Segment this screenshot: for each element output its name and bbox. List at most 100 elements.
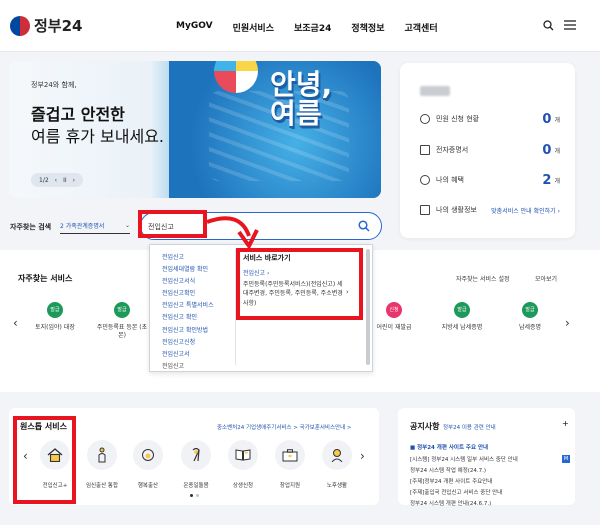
notice-item[interactable]: 정부24 시스템 작업 예정(24.7.) [410, 466, 486, 474]
search-submit-icon[interactable] [358, 220, 370, 232]
banner-subtitle: 여름 휴가 보내세요. [31, 127, 165, 146]
suggestion-item[interactable]: 전입신고확인 [162, 288, 234, 300]
suggestion-item[interactable]: 전입신고 확인방법 [162, 325, 234, 337]
notice-item-text: [시스템] 정부24 시스템 일부 서비스 중단 안내 [410, 457, 518, 463]
service-caption: 토지(임야) 대장 [35, 324, 75, 331]
pager-prev-button[interactable]: ‹ [55, 177, 57, 184]
suggestion-item[interactable]: 전입신고 [162, 361, 234, 373]
my-benefits-count: 2 [542, 172, 552, 188]
onestop-item-caption: 임신출산 통합 [85, 483, 119, 489]
onestop-next-arrow[interactable]: › [360, 449, 365, 463]
chevron-down-icon: ⌄ [124, 222, 130, 229]
service-card[interactable]: 발급 토지(임야) 대장 [27, 302, 83, 332]
service-caption: 납세증명 [518, 324, 542, 331]
main-nav: MyGOV 민원서비스 보조금24 정책정보 고객센터 [176, 21, 458, 34]
frequent-search-label: 자주찾는 검색 [10, 223, 52, 231]
notice-item[interactable]: [주제]출입국 전입신고 서비스 중단 안내 [410, 488, 502, 496]
document-icon [420, 145, 430, 155]
page-bottom-strip [0, 510, 600, 525]
pager-next-button[interactable]: › [73, 177, 75, 184]
senior-icon[interactable] [322, 440, 352, 470]
notice-subtitle[interactable]: 정부24 이용 관련 안내 [443, 423, 558, 431]
nav-item-subsidy[interactable]: 보조금24 [294, 21, 331, 34]
service-card[interactable]: 신청 어린이 재발급 [366, 302, 422, 332]
e-certificate-label: 전자증명서 [436, 146, 469, 154]
baby-icon[interactable] [133, 440, 163, 470]
notice-item[interactable]: 정부24 시스템 개편 안내(24.6.7.) [410, 499, 491, 507]
search-icon[interactable] [541, 18, 555, 32]
issue-badge: 발급 [522, 302, 538, 318]
frequent-services-title: 자주찾는 서비스 [18, 274, 73, 283]
suggestion-item[interactable]: 전입신고서 [162, 349, 234, 361]
issue-badge: 발급 [47, 302, 63, 318]
carousel-dot[interactable] [196, 494, 199, 497]
menu-icon[interactable] [563, 18, 577, 32]
onestop-item-caption: 온종일돌봄 [183, 483, 209, 489]
suggestion-item[interactable]: 전입신고 특별서비스 [162, 300, 234, 312]
life-info-label: 나의 생활정보 [436, 206, 477, 214]
civil-status-label: 민원 신청 현황 [436, 115, 480, 123]
banner-hello-text: 안녕, 여름 [270, 70, 380, 129]
service-card[interactable]: 발급 주민등록표 등본 (초본) [94, 302, 150, 341]
dropdown-scrollbar[interactable] [366, 249, 370, 365]
e-certificate-row[interactable]: 전자증명서 0 개 [420, 142, 560, 158]
carousel-dot-active[interactable] [190, 494, 193, 497]
life-info-link[interactable]: 맞춤서비스 안내 확인하기 › [491, 206, 560, 215]
calendar-icon [420, 205, 430, 215]
nav-item-civil-service[interactable]: 민원서비스 [233, 21, 274, 34]
onestop-item-caption: 상생신청 [232, 483, 254, 489]
services-next-arrow[interactable]: › [565, 316, 570, 330]
services-settings-link[interactable]: 자주찾는 서비스 설정 [456, 274, 510, 283]
annotation-arrow-icon [206, 216, 259, 250]
frequent-search-value: 2 가족관계증명서 [60, 223, 105, 230]
suggestion-list: 전입신고 전입세대열람 확인 전입신고서식 전입신고확인 전입신고 특별서비스 … [162, 252, 234, 373]
banner-eyebrow: 정부24와 함께, [31, 81, 77, 89]
onestop-carousel-dots [190, 494, 199, 497]
my-benefits-label: 나의 혜택 [436, 176, 464, 184]
onestop-item-caption: 행복출산 [137, 483, 159, 489]
my-benefits-row[interactable]: 나의 혜택 2 개 [420, 172, 560, 188]
notice-item[interactable]: [시스템] 정부24 시스템 일부 서비스 중단 안내 [410, 455, 560, 463]
frequent-search-select[interactable]: 2 가족관계증명서 ⌄ [60, 218, 130, 234]
service-card[interactable]: 발급 지방세 납세증명 [434, 302, 490, 332]
nav-item-customer-center[interactable]: 고객센터 [405, 21, 438, 34]
suggestion-item[interactable]: 전입신고서식 [162, 276, 234, 288]
book-icon[interactable] [228, 440, 258, 470]
briefcase-icon[interactable] [275, 440, 305, 470]
service-caption: 지방세 납세증명 [441, 324, 483, 331]
services-prev-arrow[interactable]: ‹ [13, 316, 18, 330]
e-certificate-count: 0 [542, 142, 552, 158]
pager-pause-button[interactable]: II [63, 177, 67, 184]
notice-item[interactable]: [주제]정부24 개편 사이트 주요안내 [410, 477, 492, 485]
notice-item[interactable]: ■ 정부24 개편 사이트 주요 안내 [410, 443, 488, 451]
mobile-badge-icon: M [562, 455, 570, 463]
service-caption: 어린이 재발급 [376, 324, 412, 331]
issue-badge: 발급 [454, 302, 470, 318]
issue-badge: 발급 [114, 302, 130, 318]
pregnant-icon[interactable] [87, 440, 117, 470]
logo[interactable]: 정부24 [10, 15, 82, 36]
service-card[interactable]: 발급 납세증명 [502, 302, 558, 332]
life-info-row[interactable]: 나의 생활정보 맞춤서비스 안내 확인하기 › [420, 203, 560, 217]
heart-icon [420, 175, 430, 185]
banner-title: 즐겁고 안전한 [31, 105, 125, 124]
my-benefits-unit: 개 [554, 177, 560, 185]
notice-more-button[interactable]: + [562, 419, 569, 428]
header: 정부24 MyGOV 민원서비스 보조금24 정책정보 고객센터 [0, 0, 600, 52]
suggestion-item[interactable]: 전입신고 확인 [162, 312, 234, 324]
apply-badge: 신청 [386, 302, 402, 318]
services-view-all-link[interactable]: 모아보기 [535, 274, 557, 283]
banner-hello-line2: 여름 [270, 97, 322, 131]
suggestion-item[interactable]: 전입세대열람 확인 [162, 264, 234, 276]
logo-text: 정부24 [34, 17, 83, 35]
notice-title: 공지사항 [410, 422, 440, 431]
ribbon-icon[interactable] [181, 440, 211, 470]
onestop-links[interactable]: 중소벤처24 기업생애주기서비스 > 국가보훈서비스안내 > [217, 423, 352, 431]
suggestion-item[interactable]: 전입신고신청 [162, 337, 234, 349]
user-circle-icon [420, 114, 430, 124]
suggestion-item[interactable]: 전입신고 [162, 252, 234, 264]
nav-item-mygov[interactable]: MyGOV [176, 21, 213, 34]
nav-item-policy[interactable]: 정책정보 [351, 21, 384, 34]
taegeuk-logo-icon [10, 15, 30, 36]
civil-status-row[interactable]: 민원 신청 현황 0 개 [420, 112, 560, 127]
